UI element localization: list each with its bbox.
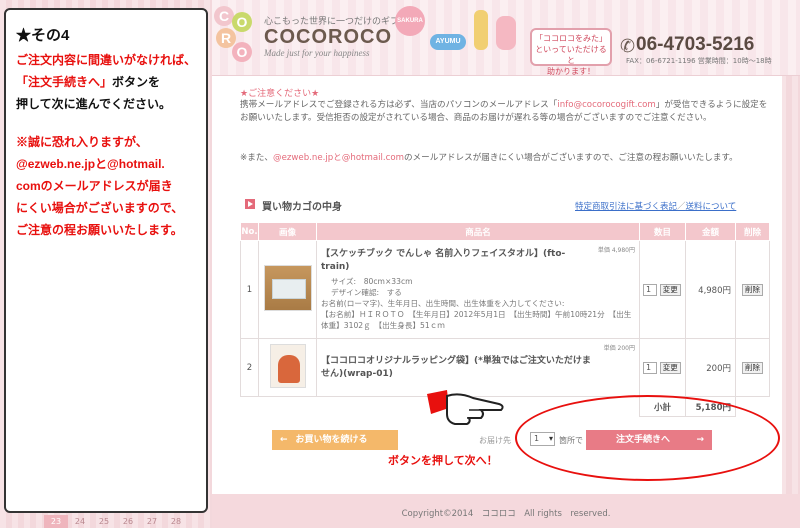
notice-domains: @ezweb.ne.jpと@hotmail.com <box>272 153 404 163</box>
referral-speech-bubble: 「ココロコをみた」 といっていただけると 助かります！ <box>530 28 612 76</box>
table-row: 1 単価 4,980円 【スケッチブック でんしゃ 名前入りフェイスタオル】(f… <box>240 240 770 339</box>
towel-product-image[interactable] <box>263 265 312 311</box>
product-options: サイズ: 80cm×33cm デザイン確認: する お名前(ローマ字)、生年月日… <box>321 276 635 331</box>
change-qty-button[interactable]: 変更 <box>659 361 681 374</box>
col-header-qty: 数目 <box>639 222 686 241</box>
col-header-name: 商品名 <box>316 222 640 241</box>
fax-hours: FAX：06-6721-1196 営業時間：10時～18時 <box>626 57 772 65</box>
shipping-link[interactable]: 送料について <box>686 202 737 212</box>
table-row: 2 単価 200円 【ココロコオリジナルラッピング袋】(*単独ではご注文いただけ… <box>240 338 770 397</box>
notice-text: ※また、 <box>240 153 273 163</box>
col-header-image: 画像 <box>258 222 317 241</box>
footer-copyright: Copyright©2014 ココロコ All rights reserved. <box>212 494 800 528</box>
unit-price: 単価 200円 <box>603 345 635 352</box>
notice-heading: ★ご注意ください★ <box>240 89 320 99</box>
highlight-ellipse <box>515 395 780 481</box>
ship-to-label: お届け先 <box>479 436 511 445</box>
logo-letter: O <box>232 42 252 62</box>
panel-title: ★その4 <box>16 27 70 44</box>
calendar-day[interactable]: 25 <box>92 515 116 528</box>
calendar-day[interactable]: 27 <box>140 515 164 528</box>
continue-shopping-button[interactable]: ← お買い物を続ける <box>272 430 398 450</box>
cart-table: No. 画像 商品名 数目 金額 削除 1 単価 4,980円 【スケッチブック… <box>240 222 770 417</box>
calendar-day[interactable]: 24 <box>68 515 92 528</box>
option-line: サイズ: 80cm×33cm <box>331 277 413 286</box>
panel-line: @ezweb.ne.jpと@hotmail. <box>16 157 165 171</box>
product-thumbnail-cell <box>258 240 317 339</box>
panel-line-highlight: 「注文手続きへ」 <box>16 75 113 89</box>
panel-line: ご注文内容に間違いがなければ、 <box>16 53 197 67</box>
quantity-cell: 1 変更 <box>639 240 686 339</box>
annotation-text: ボタンを押して次へ！ <box>388 455 498 467</box>
panel-line: ご注意の程お願いいたします。 <box>16 223 183 237</box>
giraffe-illustration <box>474 10 488 50</box>
delete-cell: 削除 <box>735 338 770 397</box>
pointing-hand-icon <box>427 390 504 425</box>
ayumu-badge: AYUMU <box>430 34 466 50</box>
delete-button[interactable]: 削除 <box>742 361 763 374</box>
site-header: C O R O 心こもった世界に一つだけのギフト COCOROCO Made j… <box>212 0 800 76</box>
line-price: 200円 <box>685 338 736 397</box>
speech-line: 「ココロコをみた」 <box>535 34 607 43</box>
logo-letter: O <box>232 12 252 32</box>
product-name-cell: 単価 4,980円 【スケッチブック でんしゃ 名前入りフェイスタオル】(fto… <box>316 240 640 339</box>
animal-illustration <box>496 16 516 50</box>
wrapping-bag-image[interactable] <box>269 344 306 388</box>
cart-links: 特定商取引法に基づく表記／送料について <box>575 200 736 212</box>
quantity-input[interactable]: 1 <box>643 361 657 374</box>
logo-letter: C <box>214 6 234 26</box>
col-header-no: No. <box>240 222 259 241</box>
calendar-strip: 23 24 25 26 27 28 <box>44 515 188 528</box>
notice-text: のメールアドレスが届きにくい場合がございますので、ご注意の程お願いいたします。 <box>403 153 738 163</box>
panel-line-rest: ボタンを <box>112 75 161 89</box>
line-price: 4,980円 <box>685 240 736 339</box>
brand-name[interactable]: COCOROCO <box>264 26 392 49</box>
phone-number: 06-4703-5216 <box>636 34 755 55</box>
shop-email-link[interactable]: info@cocorocogift.com <box>557 100 655 110</box>
panel-line: ※誠に恐れ入りますが、 <box>16 135 148 149</box>
sakura-badge: SAKURA <box>395 6 425 36</box>
col-header-price: 金額 <box>685 222 736 241</box>
arrow-left-icon: ← <box>280 435 288 445</box>
calendar-day[interactable]: 23 <box>44 515 68 528</box>
notice-paragraph: 携帯メールアドレスでご登録される方は必ず、当店のパソコンのメールアドレス「inf… <box>240 99 770 125</box>
calendar-day[interactable]: 26 <box>116 515 140 528</box>
product-thumbnail-cell <box>258 338 317 397</box>
brand-subtitle: Made just for your happiness <box>264 48 370 58</box>
panel-line: にくい場合がございますので、 <box>16 201 184 215</box>
option-line: お名前(ローマ字)、生年月日、出生時間、出生体重を入力してください: <box>321 299 565 308</box>
option-line: 【お名前】ＨＩＲＯＴＯ 【生年月日】2012年5月1日 【出生時間】午前10時2… <box>321 310 632 330</box>
row-no: 1 <box>240 240 259 339</box>
link-separator: ／ <box>677 202 686 212</box>
panel-line: 押して次に進んでください。 <box>16 97 172 111</box>
phone-icon: ✆ <box>620 36 636 57</box>
delete-button[interactable]: 削除 <box>742 283 763 296</box>
col-header-delete: 削除 <box>735 222 770 241</box>
delete-cell: 削除 <box>735 240 770 339</box>
quantity-cell: 1 変更 <box>639 338 686 397</box>
instruction-panel: ★その4 ご注文内容に間違いがなければ、 「注文手続きへ」ボタンを 押して次に進… <box>4 8 208 513</box>
option-line: デザイン確認: する <box>331 288 402 297</box>
speech-line: 助かります！ <box>547 67 595 76</box>
product-name: 【スケッチブック でんしゃ 名前入りフェイスタオル】(fto-train) <box>321 249 566 272</box>
notice-paragraph-2: ※また、@ezweb.ne.jpと@hotmail.comのメールアドレスが届き… <box>240 152 770 165</box>
tokushoho-link[interactable]: 特定商取引法に基づく表記 <box>575 202 677 212</box>
panel-line: 「注文手続きへ」ボタンを <box>16 71 196 93</box>
continue-shopping-label: お買い物を続ける <box>295 435 368 445</box>
row-no: 2 <box>240 338 259 397</box>
logo-mark[interactable]: C O R O <box>212 4 256 66</box>
panel-line: comのメールアドレスが届き <box>16 179 173 193</box>
product-name: 【ココロコオリジナルラッピング袋】(*単独ではご注文いただけません)(wrap-… <box>321 355 591 379</box>
quantity-input[interactable]: 1 <box>643 283 657 296</box>
cart-title: 買い物カゴの中身 <box>262 202 342 213</box>
calendar-day[interactable]: 28 <box>164 515 188 528</box>
cart-play-icon <box>245 199 255 209</box>
speech-line: といっていただけると <box>535 45 607 65</box>
change-qty-button[interactable]: 変更 <box>659 283 681 296</box>
notice-text: 携帯メールアドレスでご登録される方は必ず、当店のパソコンのメールアドレス「 <box>240 100 558 110</box>
unit-price: 単価 4,980円 <box>597 247 635 254</box>
cart-table-header: No. 画像 商品名 数目 金額 削除 <box>240 222 770 241</box>
